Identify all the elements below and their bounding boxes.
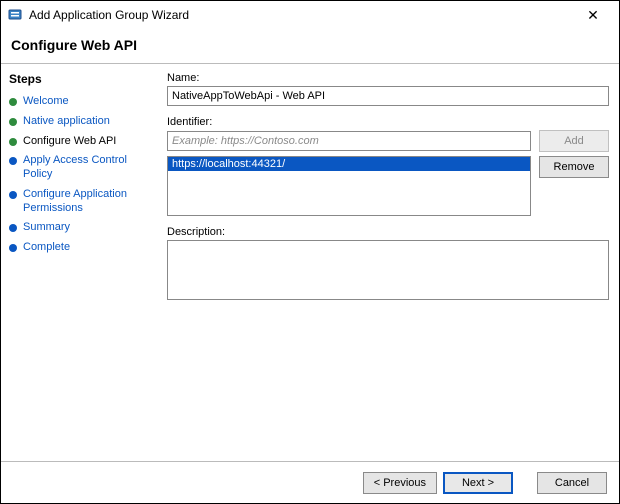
close-button[interactable]: ✕ [573, 1, 613, 29]
identifier-input[interactable] [167, 131, 531, 151]
list-item[interactable]: https://localhost:44321/ [168, 157, 530, 171]
step-item[interactable]: Apply Access Control Policy [9, 151, 157, 185]
step-item[interactable]: Summary [9, 218, 157, 238]
step-bullet-icon [9, 138, 17, 146]
name-input[interactable] [167, 86, 609, 106]
step-item[interactable]: Configure Application Permissions [9, 185, 157, 219]
window-title: Add Application Group Wizard [29, 8, 573, 22]
step-bullet-icon [9, 98, 17, 106]
previous-label: < Previous [374, 477, 426, 489]
remove-button[interactable]: Remove [539, 156, 609, 178]
page-title: Configure Web API [11, 37, 609, 53]
description-label: Description: [167, 226, 609, 238]
steps-heading: Steps [9, 72, 157, 86]
step-label: Complete [23, 241, 70, 255]
next-button[interactable]: Next > [443, 472, 513, 494]
step-item[interactable]: Welcome [9, 92, 157, 112]
previous-button[interactable]: < Previous [363, 472, 437, 494]
app-icon [7, 7, 23, 23]
form-area: Name: Identifier: Add https://localhost:… [163, 64, 619, 456]
step-label: Configure Web API [23, 135, 116, 149]
step-bullet-icon [9, 224, 17, 232]
step-bullet-icon [9, 157, 17, 165]
identifier-label: Identifier: [167, 116, 609, 128]
description-input[interactable] [167, 240, 609, 300]
steps-sidebar: Steps Welcome Native application Configure… [1, 64, 163, 456]
titlebar: Add Application Group Wizard ✕ [1, 1, 619, 29]
step-item[interactable]: Configure Web API [9, 132, 157, 152]
wizard-footer: < Previous Next > Cancel [1, 461, 619, 503]
next-label: Next > [462, 477, 494, 489]
add-button[interactable]: Add [539, 130, 609, 152]
step-bullet-icon [9, 118, 17, 126]
step-label: Apply Access Control Policy [23, 154, 157, 182]
cancel-button[interactable]: Cancel [537, 472, 607, 494]
step-item[interactable]: Complete [9, 238, 157, 258]
step-item[interactable]: Native application [9, 112, 157, 132]
step-bullet-icon [9, 191, 17, 199]
name-label: Name: [167, 72, 609, 84]
step-label: Welcome [23, 95, 69, 109]
step-label: Summary [23, 221, 70, 235]
page-header: Configure Web API [1, 29, 619, 64]
step-label: Configure Application Permissions [23, 188, 157, 216]
step-label: Native application [23, 115, 110, 129]
identifier-listbox[interactable]: https://localhost:44321/ [167, 156, 531, 216]
step-bullet-icon [9, 244, 17, 252]
